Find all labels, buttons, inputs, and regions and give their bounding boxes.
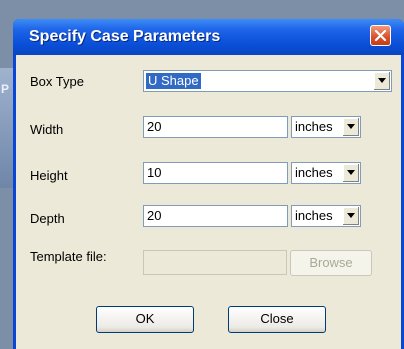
chevron-down-icon: [347, 170, 355, 175]
width-label: Width: [30, 122, 64, 137]
height-unit-value: inches: [295, 165, 333, 180]
chevron-down-icon: [378, 78, 386, 83]
depth-label: Depth: [30, 211, 65, 226]
height-label: Height: [30, 168, 68, 183]
box-type-value: U Shape: [146, 73, 201, 89]
chevron-down-icon: [347, 124, 355, 129]
browse-button[interactable]: Browse: [290, 250, 372, 276]
title-bar[interactable]: Specify Case Parameters: [13, 19, 404, 55]
depth-unit-value: inches: [295, 208, 333, 223]
template-file-input[interactable]: [143, 250, 287, 275]
background-partial-text: P: [1, 82, 10, 96]
depth-unit-select[interactable]: inches: [291, 205, 361, 227]
width-input[interactable]: 20: [143, 116, 288, 138]
box-type-dropdown-button[interactable]: [373, 72, 390, 90]
close-button[interactable]: Close: [228, 306, 326, 333]
width-unit-dropdown-button[interactable]: [342, 118, 359, 136]
depth-unit-dropdown-button[interactable]: [342, 207, 359, 225]
height-unit-dropdown-button[interactable]: [342, 164, 359, 182]
width-unit-select[interactable]: inches: [291, 116, 361, 138]
dialog-title: Specify Case Parameters: [29, 28, 221, 45]
close-window-button[interactable]: [370, 25, 391, 46]
height-unit-select[interactable]: inches: [291, 162, 361, 184]
dialog-body: Box Type U Shape Width 20 inches Height …: [16, 55, 401, 349]
height-input[interactable]: 10: [143, 162, 288, 184]
specify-case-parameters-dialog: Specify Case Parameters Box Type U Shape…: [13, 19, 404, 349]
width-unit-value: inches: [295, 119, 333, 134]
close-icon: [374, 29, 387, 42]
chevron-down-icon: [347, 213, 355, 218]
ok-button[interactable]: OK: [96, 306, 194, 333]
depth-input[interactable]: 20: [143, 205, 288, 227]
background-window-edge: P: [0, 68, 13, 188]
box-type-label: Box Type: [30, 74, 84, 89]
template-file-label: Template file:: [30, 249, 107, 264]
box-type-select[interactable]: U Shape: [143, 70, 392, 92]
